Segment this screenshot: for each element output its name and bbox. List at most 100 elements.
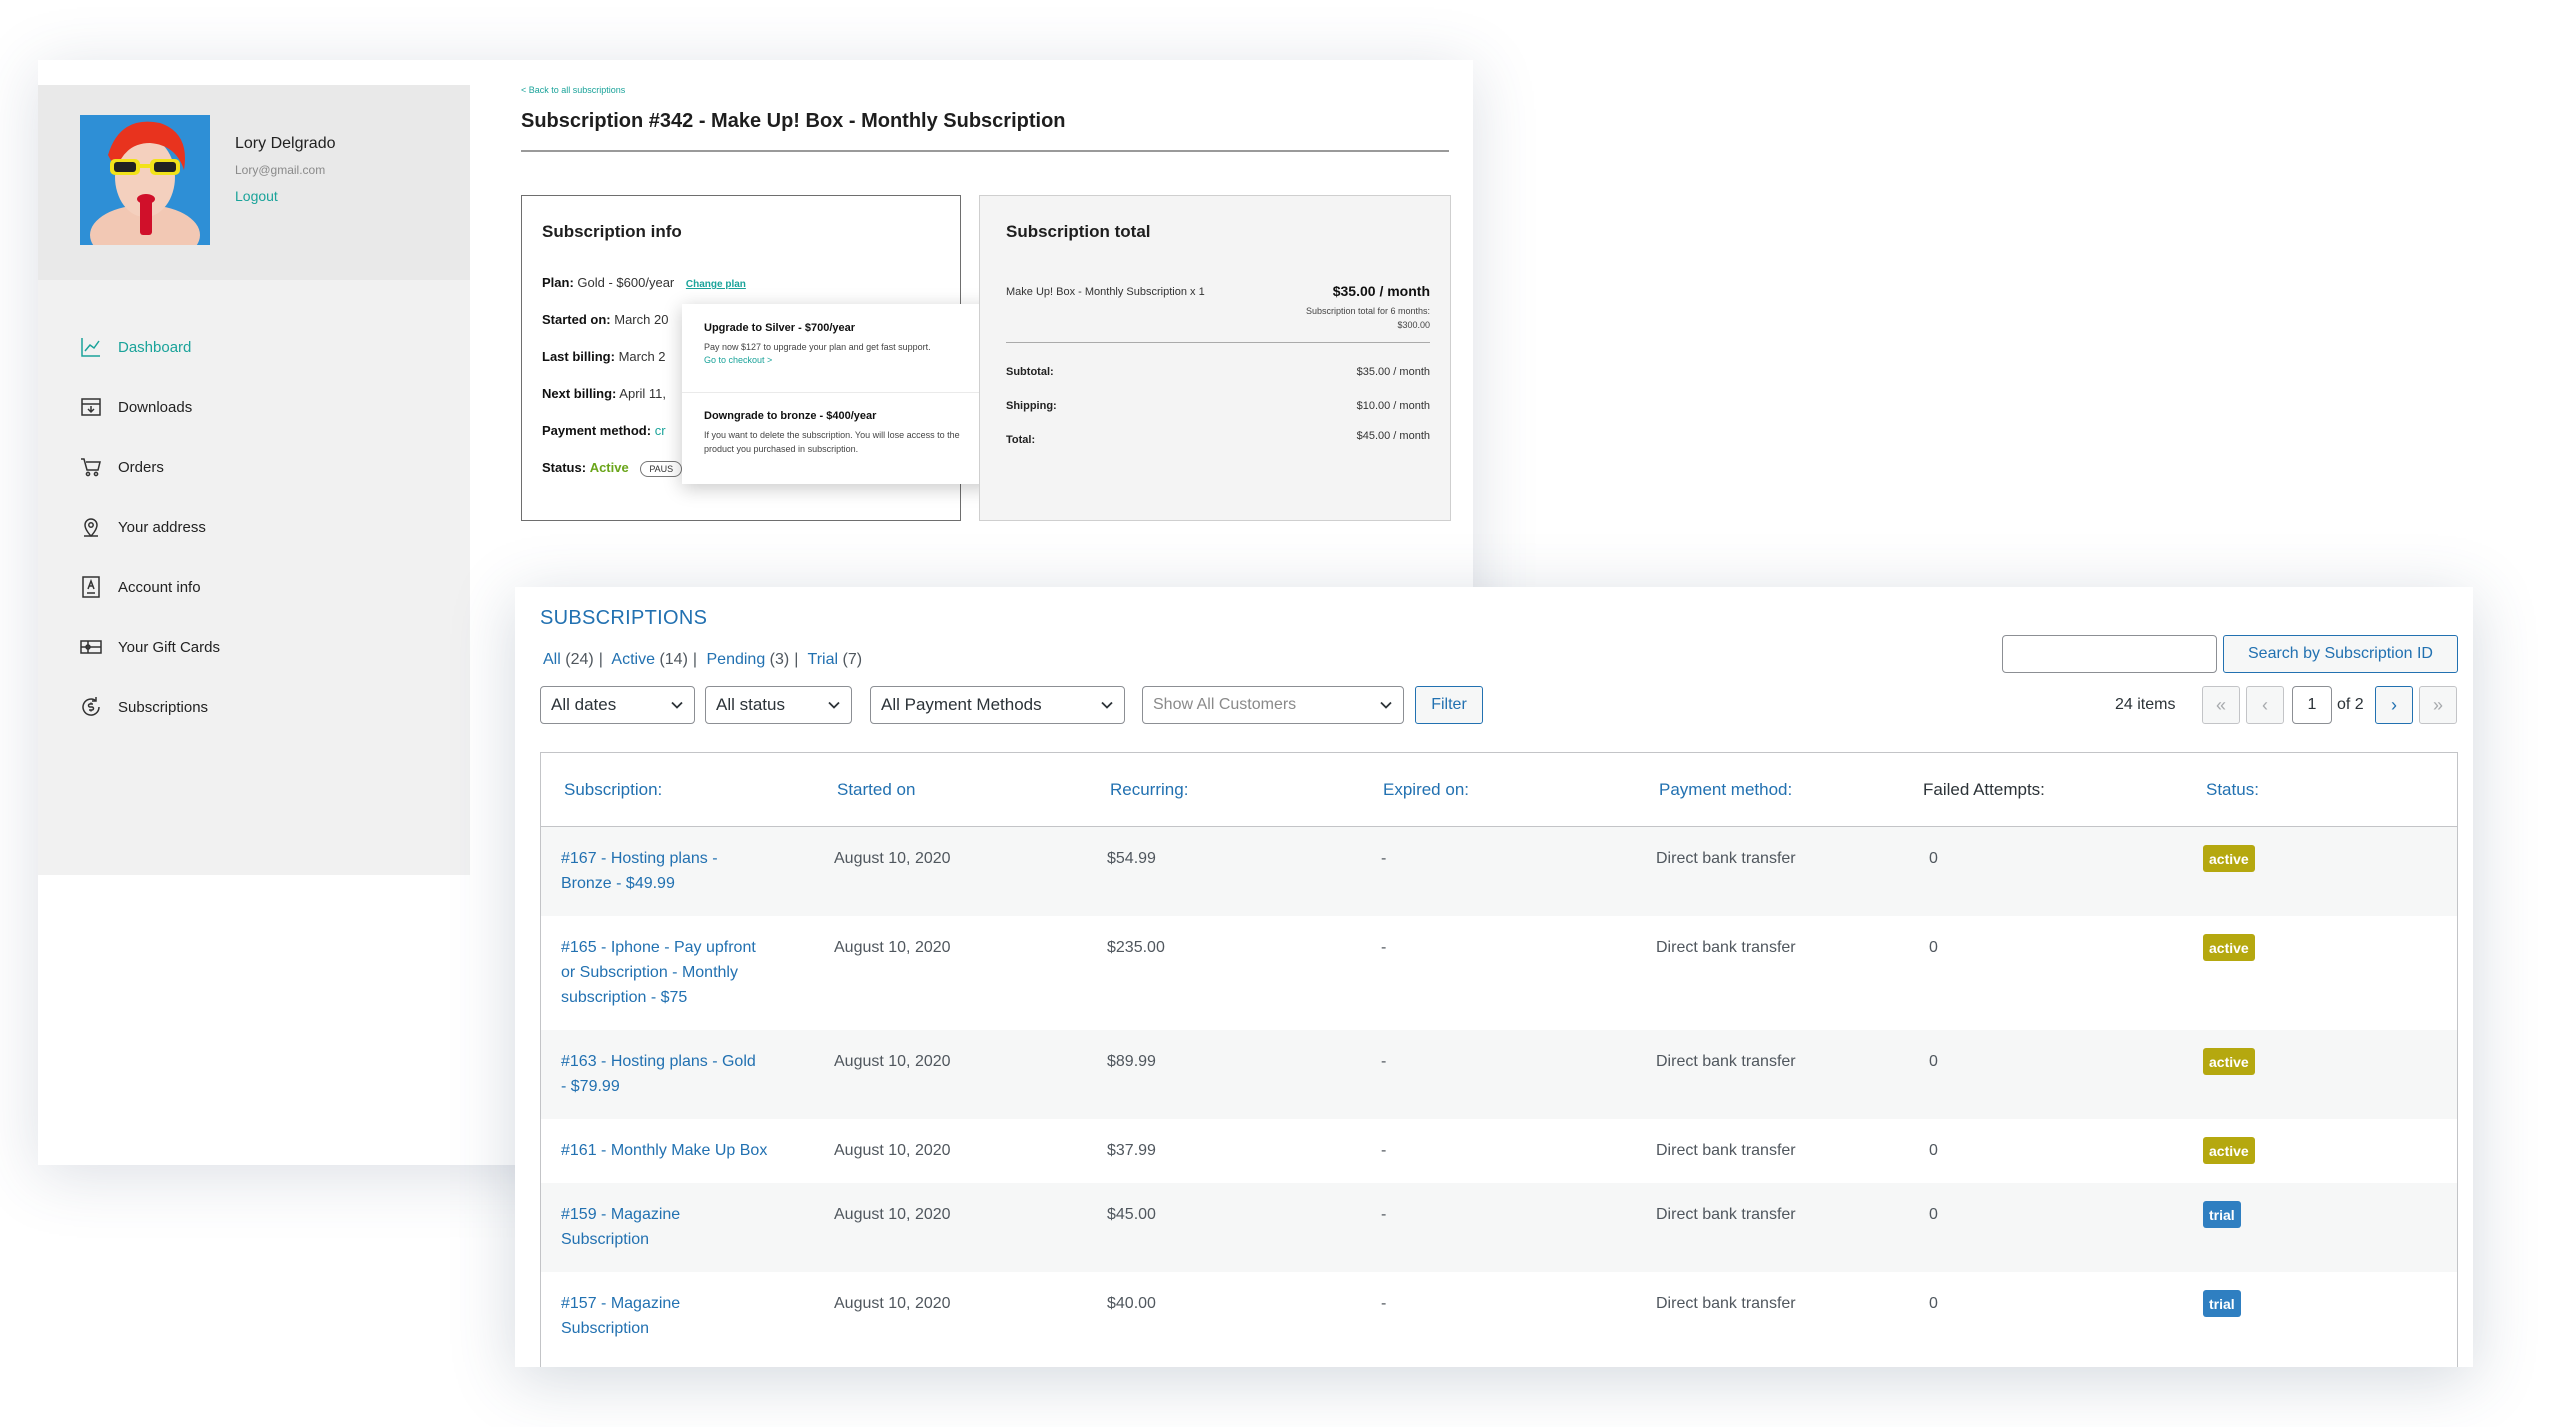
current-page-input[interactable]: 1 (2292, 686, 2332, 724)
gift-card-icon (78, 634, 104, 660)
status-badge: active (2203, 1137, 2255, 1164)
customer-select[interactable]: Show All Customers (1142, 686, 1404, 724)
subscription-total-card: Subscription total Make Up! Box - Monthl… (979, 195, 1451, 521)
status-select-value: All status (716, 695, 785, 714)
started-on-cell: August 10, 2020 (834, 1295, 951, 1312)
failed-attempts-cell: 0 (1929, 1053, 1938, 1070)
checkout-link[interactable]: Go to checkout > (704, 355, 984, 365)
col-payment-method[interactable]: Payment method: (1659, 780, 1792, 800)
plan-label: Plan: (542, 275, 574, 290)
payment-method-select[interactable]: All Payment Methods (870, 686, 1125, 724)
subscription-search-input[interactable] (2002, 635, 2217, 673)
nav-item-account-info[interactable]: Account info (78, 557, 220, 617)
subscription-link[interactable]: #165 - Iphone - Pay upfront or Subscripti… (561, 935, 801, 1010)
col-recurring[interactable]: Recurring: (1110, 780, 1188, 800)
subscription-link-line: #163 - Hosting plans - Gold (561, 1053, 756, 1070)
expired-on-cell: - (1381, 1295, 1387, 1312)
subscription-link[interactable]: #161 - Monthly Make Up Box (561, 1138, 801, 1163)
back-to-subscriptions-link[interactable]: < Back to all subscriptions (521, 85, 625, 95)
nav-label-subscriptions: Subscriptions (118, 698, 209, 716)
total-heading: Subscription total (1006, 222, 1151, 241)
col-expired-on[interactable]: Expired on: (1383, 780, 1469, 800)
view-all-label: All (543, 651, 561, 668)
subscription-link[interactable]: #157 - Magazine Subscription (561, 1291, 801, 1341)
nav-item-downloads[interactable]: Downloads (78, 377, 220, 437)
prev-page-button[interactable]: ‹ (2246, 686, 2284, 724)
payment-method-cell: Direct bank transfer (1656, 850, 1796, 867)
change-plan-link[interactable]: Change plan (686, 279, 746, 290)
nav-item-address[interactable]: Your address (78, 497, 220, 557)
view-trial-count: (7) (842, 651, 863, 668)
downgrade-option[interactable]: Downgrade to bronze - $400/year If you w… (704, 410, 984, 456)
expired-on-cell: - (1381, 939, 1387, 956)
first-page-button[interactable]: « (2202, 686, 2240, 724)
filter-button[interactable]: Filter (1415, 686, 1483, 724)
status-badge: active (2203, 845, 2255, 872)
status-select[interactable]: All status (705, 686, 852, 724)
col-started-on[interactable]: Started on (837, 780, 915, 800)
account-sidebar: Lory Delgrado Lory@gmail.com Logout Dash… (38, 85, 470, 875)
logout-link[interactable]: Logout (235, 188, 278, 204)
view-pending-link[interactable]: Pending (3) (707, 651, 790, 668)
profile-card: Lory Delgrado Lory@gmail.com Logout (38, 85, 470, 280)
popover-divider (682, 392, 994, 393)
nav-label-account-info: Account info (118, 578, 201, 596)
table-row: #163 - Hosting plans - Gold - $79.99 Augus… (541, 1030, 2457, 1119)
status-badge: trial (2203, 1201, 2241, 1228)
subscription-link-line: Subscription (561, 1231, 650, 1248)
view-separator: | (692, 651, 698, 668)
customer-select-value: Show All Customers (1153, 696, 1297, 713)
subscription-link[interactable]: #163 - Hosting plans - Gold - $79.99 (561, 1049, 801, 1099)
downgrade-description: If you want to delete the subscription. … (704, 430, 960, 454)
next-billing-value: April 11, (619, 386, 667, 401)
started-value: March 20 (614, 312, 669, 327)
failed-attempts-cell: 0 (1929, 1206, 1938, 1223)
admin-heading: SUBSCRIPTIONS (540, 607, 708, 629)
last-billing-value: March 2 (618, 349, 666, 364)
info-heading: Subscription info (542, 222, 682, 241)
last-billing-label: Last billing: (542, 349, 615, 364)
started-label: Started on: (542, 312, 611, 327)
avatar (80, 115, 210, 245)
view-trial-link[interactable]: Trial (7) (808, 651, 863, 668)
total-item-name: Make Up! Box - Monthly Subscription x 1 (1006, 286, 1205, 298)
download-box-icon (78, 394, 104, 420)
subscriptions-table: Subscription: Started on Recurring: Expi… (540, 752, 2458, 1367)
pause-button[interactable]: PAUS (640, 461, 683, 477)
status-badge: trial (2203, 1290, 2241, 1317)
dates-select[interactable]: All dates (540, 686, 695, 724)
col-status[interactable]: Status: (2206, 780, 2259, 800)
total-pages: of 2 (2337, 696, 2364, 713)
col-subscription[interactable]: Subscription: (564, 780, 662, 800)
upgrade-option[interactable]: Upgrade to Silver - $700/year Pay now $1… (704, 322, 984, 365)
view-active-link[interactable]: Active (14) (611, 651, 687, 668)
subscription-link-line: subscription - $75 (561, 989, 688, 1006)
table-row: #157 - Magazine Subscription August 10, 20… (541, 1272, 2457, 1361)
last-page-button[interactable]: » (2419, 686, 2457, 724)
failed-attempts-cell: 0 (1929, 939, 1938, 956)
nav-item-dashboard[interactable]: Dashboard (78, 317, 220, 377)
next-page-button[interactable]: › (2375, 686, 2413, 724)
table-header: Subscription: Started on Recurring: Expi… (541, 753, 2457, 827)
subscription-info-card: Subscription info Plan: Gold - $600/year… (521, 195, 994, 521)
started-on-cell: August 10, 2020 (834, 1142, 951, 1159)
payment-method-cell: Direct bank transfer (1656, 1295, 1796, 1312)
subscription-link[interactable]: #159 - Magazine Subscription (561, 1202, 801, 1252)
change-plan-popover: Upgrade to Silver - $700/year Pay now $1… (682, 304, 994, 484)
table-row: #167 - Hosting plans - Bronze - $49.99 Aug… (541, 827, 2457, 916)
view-pending-count: (3) (769, 651, 790, 668)
status-value: Active (589, 460, 629, 475)
view-all-link[interactable]: All (24) (543, 651, 594, 668)
next-billing-label: Next billing: (542, 386, 617, 401)
table-row: #165 - Iphone - Pay upfront or Subscripti… (541, 916, 2457, 1030)
chevron-down-icon (1101, 701, 1113, 709)
subscription-link[interactable]: #167 - Hosting plans - Bronze - $49.99 (561, 846, 801, 896)
search-by-id-button[interactable]: Search by Subscription ID (2223, 635, 2458, 673)
downgrade-title: Downgrade to bronze - $400/year (704, 410, 877, 422)
nav-item-gift-cards[interactable]: Your Gift Cards (78, 617, 220, 677)
total-item-price: $35.00 / month (1332, 283, 1430, 299)
subscription-link-line: #165 - Iphone - Pay upfront (561, 939, 756, 956)
nav-label-gift-cards: Your Gift Cards (118, 638, 220, 656)
nav-item-orders[interactable]: Orders (78, 437, 220, 497)
nav-item-subscriptions[interactable]: Subscriptions (78, 677, 220, 737)
